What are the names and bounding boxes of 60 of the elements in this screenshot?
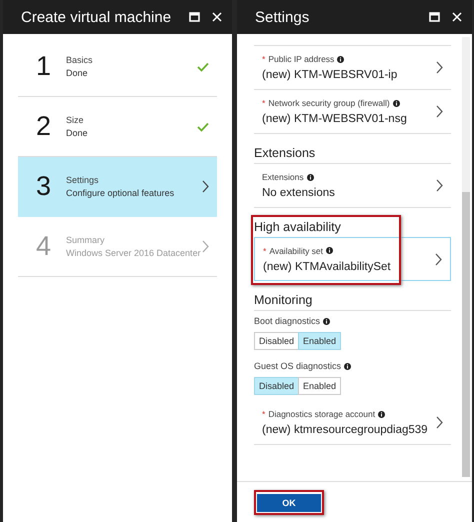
field-label: Network security group (firewall) bbox=[268, 98, 390, 108]
wizard-step[interactable]: 1 Basics Done bbox=[18, 37, 217, 97]
wizard-step[interactable]: 3 Settings Configure optional features bbox=[18, 157, 217, 217]
chevron-icon bbox=[435, 252, 442, 266]
chevron-icon bbox=[436, 179, 443, 192]
toggle-option[interactable]: Enabled bbox=[298, 377, 342, 395]
close-icon[interactable] bbox=[212, 12, 222, 22]
field-value: (new) KTM-WEBSRV01-nsg bbox=[262, 113, 408, 125]
setting-row[interactable]: * Availability set (new) KTMAvailabilitySet bbox=[254, 237, 451, 281]
blade-title: Settings bbox=[255, 8, 310, 26]
field-value: (new) KTMAvailabilitySet bbox=[263, 260, 392, 272]
check-icon bbox=[197, 122, 209, 132]
field-label: Extensions bbox=[262, 172, 304, 182]
maximize-icon[interactable] bbox=[429, 12, 440, 22]
blade-title: Create virtual machine bbox=[21, 8, 172, 26]
toggle-option[interactable]: Disabled bbox=[254, 377, 300, 395]
step-number: 2 bbox=[36, 111, 52, 142]
required-mark: * bbox=[263, 246, 266, 256]
chevron-icon bbox=[436, 105, 443, 118]
field-label: Boot diagnostics bbox=[254, 316, 320, 326]
scrollbar[interactable] bbox=[462, 37, 470, 477]
scrollbar-thumb[interactable] bbox=[462, 192, 470, 477]
section-heading: High availability bbox=[254, 219, 342, 236]
field-label: Availability set bbox=[269, 246, 324, 256]
field-value: No extensions bbox=[262, 187, 336, 199]
chevron-icon bbox=[202, 240, 209, 253]
toggle-option[interactable]: Enabled bbox=[298, 332, 342, 350]
ok-button[interactable]: OK bbox=[257, 494, 321, 512]
step-title: Settings bbox=[66, 175, 100, 185]
field-label: Diagnostics storage account bbox=[268, 409, 376, 419]
setting-row[interactable]: * Diagnostics storage account (new) ktmresourcegroupdiag539 bbox=[254, 401, 451, 445]
step-status: Configure optional features bbox=[66, 188, 176, 198]
section-heading: Extensions bbox=[254, 144, 451, 164]
chevron-icon bbox=[436, 61, 443, 74]
section-heading: Monitoring bbox=[254, 291, 451, 311]
setting-row[interactable]: Extensions No extensions bbox=[254, 164, 451, 208]
setting-row[interactable]: * Network security group (firewall) (new) KTM-WEBSRV01-nsg bbox=[254, 90, 451, 134]
field-value: (new) ktmresourcegroupdiag539 bbox=[262, 424, 429, 436]
chevron-icon bbox=[436, 416, 443, 429]
toggle-option[interactable]: Disabled bbox=[254, 332, 300, 350]
chevron-icon bbox=[202, 180, 209, 193]
check-icon bbox=[197, 62, 209, 72]
step-number: 4 bbox=[36, 231, 52, 262]
step-number: 1 bbox=[36, 51, 52, 82]
step-status: Done bbox=[66, 128, 89, 138]
step-title: Basics bbox=[66, 55, 94, 65]
field-label: Guest OS diagnostics bbox=[254, 361, 342, 371]
step-number: 3 bbox=[36, 171, 52, 202]
required-mark: * bbox=[262, 98, 266, 108]
required-mark: * bbox=[262, 54, 266, 64]
step-status: Windows Server 2016 Datacenter bbox=[66, 248, 202, 258]
setting-row[interactable]: * Public IP address (new) KTM-WEBSRV01-ip bbox=[254, 46, 451, 90]
maximize-icon[interactable] bbox=[189, 12, 200, 22]
close-icon[interactable] bbox=[452, 12, 462, 22]
field-value: (new) KTM-WEBSRV01-ip bbox=[262, 69, 398, 81]
step-title: Summary bbox=[66, 235, 106, 245]
step-title: Size bbox=[66, 115, 85, 125]
step-status: Done bbox=[66, 68, 89, 78]
required-mark: * bbox=[262, 409, 266, 419]
field-label: Public IP address bbox=[268, 54, 334, 64]
